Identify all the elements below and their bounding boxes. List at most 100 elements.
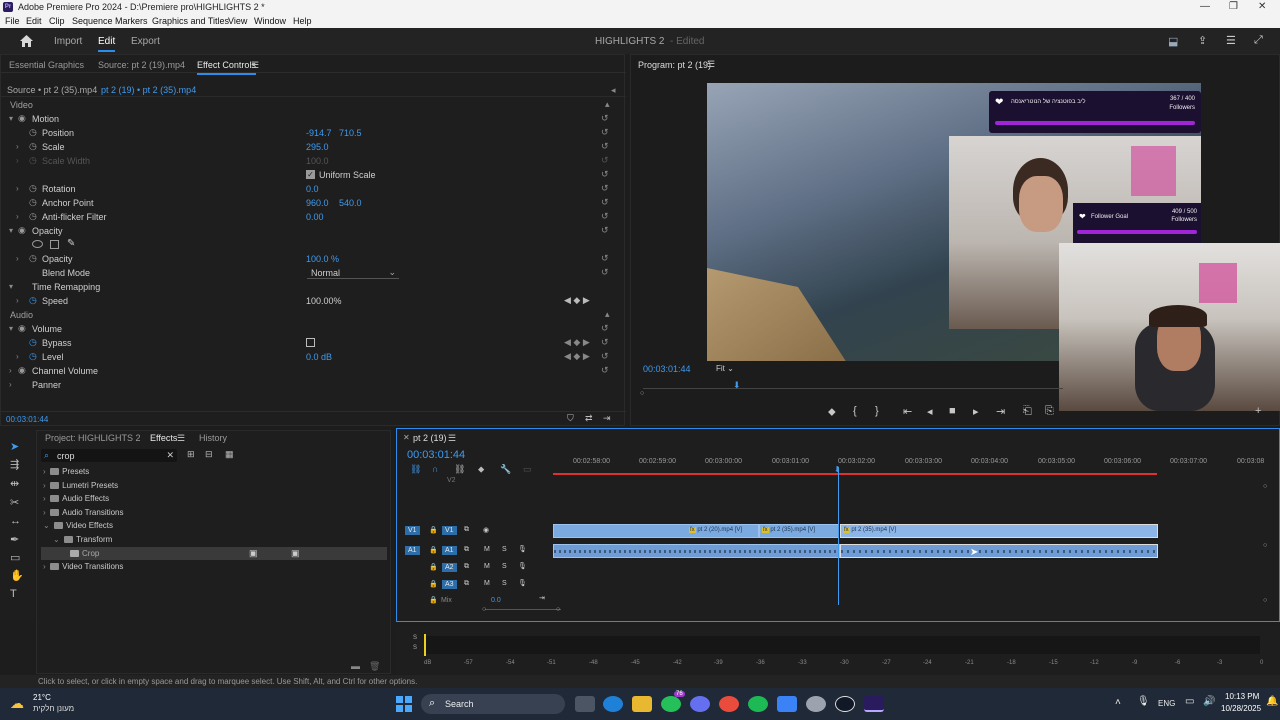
hand-tool-icon[interactable]: ✋: [10, 569, 24, 582]
tab-edit[interactable]: Edit: [98, 36, 116, 52]
notepad-icon[interactable]: [777, 696, 797, 712]
clock-time[interactable]: 10:13 PM: [1225, 692, 1259, 701]
ripple-edit-icon[interactable]: ⇹: [10, 477, 19, 490]
stop-icon[interactable]: ■: [949, 405, 956, 417]
clip-sequence-label[interactable]: pt 2 (19) • pt 2 (35).mp4: [101, 85, 196, 95]
blend-mode-select[interactable]: Normal ⌄: [307, 266, 399, 279]
track-a3-label[interactable]: A3: [442, 580, 457, 589]
chevron-down-icon[interactable]: ▾: [9, 282, 13, 291]
lock-icon[interactable]: 🔒: [429, 546, 438, 554]
wrench-icon[interactable]: 🔧: [500, 464, 511, 475]
taskbar-search[interactable]: ⌕ Search: [421, 694, 565, 714]
tab-project[interactable]: Project: HIGHLIGHTS 2: [45, 433, 141, 443]
opacity-value[interactable]: 100.0 %: [306, 254, 339, 264]
tree-crop-row[interactable]: Crop ▣ ▣: [41, 547, 387, 560]
keyframe-nav-icon[interactable]: ◀ ◆ ▶: [564, 337, 590, 348]
tab-export[interactable]: Export: [131, 36, 160, 47]
audio-clip-selected[interactable]: [840, 544, 1158, 558]
edge-icon[interactable]: [603, 696, 623, 712]
menu-lines-icon[interactable]: ☰: [1226, 34, 1236, 47]
go-to-out-icon[interactable]: ⇥: [996, 405, 1005, 418]
lock-icon[interactable]: 🔒: [429, 596, 438, 604]
reset-opacity-icon[interactable]: ↺: [601, 253, 609, 264]
add-button-icon[interactable]: +: [1255, 405, 1261, 417]
anti-flicker-value[interactable]: 0.00: [306, 212, 324, 222]
tree-audio-transitions[interactable]: › Audio Transitions: [43, 508, 124, 517]
mic-icon[interactable]: 🎙: [518, 545, 527, 553]
chevron-right-icon[interactable]: ›: [16, 142, 19, 151]
program-scrubber[interactable]: [643, 388, 1063, 389]
effect-controls-timecode[interactable]: 00:03:01:44: [6, 415, 48, 424]
pen-tool-icon[interactable]: ✒: [10, 533, 19, 546]
marker-icon[interactable]: ⬥: [828, 406, 836, 419]
scroll-up-icon[interactable]: ▴: [605, 99, 610, 110]
sync-lock-icon[interactable]: ⧉: [464, 580, 469, 588]
effects-search-input[interactable]: ⌕ crop ✕: [41, 449, 177, 462]
snap-icon[interactable]: ⛓: [410, 464, 421, 475]
chevron-right-icon[interactable]: ›: [16, 184, 19, 193]
close-icon[interactable]: ✕: [1258, 1, 1266, 12]
lock-icon[interactable]: 🔒: [429, 580, 438, 588]
network-icon[interactable]: ▭: [1185, 696, 1194, 707]
panel-menu-icon[interactable]: ☰: [177, 433, 185, 444]
scroll-handle-icon[interactable]: ○: [1263, 542, 1267, 549]
stopwatch-icon[interactable]: ◷: [29, 211, 37, 222]
work-area-bar[interactable]: [553, 473, 1157, 475]
lock-icon[interactable]: 🔒: [429, 526, 438, 534]
reset-opacity-section-icon[interactable]: ↺: [601, 225, 609, 236]
eye-icon[interactable]: ◉: [18, 113, 26, 124]
spotify-icon[interactable]: [748, 696, 768, 712]
tree-video-effects[interactable]: ⌄ Video Effects: [43, 521, 113, 530]
stopwatch-icon[interactable]: ◷: [29, 337, 37, 348]
chevron-right-icon[interactable]: ›: [9, 380, 12, 389]
tab-source[interactable]: Source: pt 2 (19).mp4: [98, 60, 185, 70]
track-v1-label[interactable]: V1: [442, 526, 457, 535]
chevron-right-icon[interactable]: ›: [16, 296, 19, 305]
preset-icon[interactable]: ⊟: [205, 449, 213, 460]
discord-icon[interactable]: [690, 696, 710, 712]
minimize-icon[interactable]: —: [1200, 1, 1210, 12]
tree-presets[interactable]: › Presets: [43, 467, 89, 476]
mark-in-icon[interactable]: {: [853, 405, 857, 417]
menu-view[interactable]: View: [228, 16, 247, 26]
bypass-checkbox[interactable]: [306, 338, 315, 347]
new-bin-icon[interactable]: ⊞: [187, 449, 195, 460]
tab-essential-graphics[interactable]: Essential Graphics: [9, 60, 84, 70]
mic-icon[interactable]: 🎙: [518, 579, 527, 587]
windows-start-icon[interactable]: [396, 696, 412, 712]
eye-icon[interactable]: ◉: [18, 365, 26, 376]
clip-source-label[interactable]: Source • pt 2 (35).mp4: [7, 85, 97, 95]
timeline-playhead[interactable]: [838, 467, 839, 605]
rectangle-tool-icon[interactable]: ▭: [10, 551, 20, 564]
tab-effect-controls[interactable]: Effect Controls: [197, 60, 256, 75]
anchor-x-value[interactable]: 960.0: [306, 198, 329, 208]
play-icon[interactable]: ▸: [973, 405, 979, 418]
solo-button[interactable]: S: [502, 580, 507, 587]
rotation-value[interactable]: 0.0: [306, 184, 319, 194]
razor-tool-icon[interactable]: ✂: [10, 496, 19, 509]
reset-position-icon[interactable]: ↺: [601, 127, 609, 138]
lock-icon[interactable]: 🔒: [429, 563, 438, 571]
chevron-down-icon[interactable]: ▾: [9, 226, 13, 235]
playhead-handle-icon[interactable]: ⬇: [834, 465, 841, 474]
mix-value[interactable]: 0.0: [491, 597, 501, 604]
menu-edit[interactable]: Edit: [26, 16, 42, 26]
eye-icon[interactable]: ◉: [18, 323, 26, 334]
level-value[interactable]: 0.0 dB: [306, 352, 332, 362]
position-y-value[interactable]: 710.5: [339, 128, 362, 138]
sequence-tab[interactable]: pt 2 (19): [413, 433, 447, 443]
zoom-handle-right[interactable]: ○: [556, 606, 560, 613]
tree-transform[interactable]: ⌄ Transform: [53, 535, 112, 544]
meter-solo-label[interactable]: S: [413, 635, 417, 641]
stopwatch-icon[interactable]: ◷: [29, 183, 37, 194]
stopwatch-icon[interactable]: ◷: [29, 127, 37, 138]
filter-icon[interactable]: ⛉: [567, 413, 574, 424]
eye-icon[interactable]: ◉: [483, 526, 489, 534]
track-a2-label[interactable]: A2: [442, 563, 457, 572]
reset-blend-icon[interactable]: ↺: [601, 267, 609, 278]
selection-tool-icon[interactable]: ➤: [10, 440, 19, 453]
reset-volume-icon[interactable]: ↺: [601, 323, 609, 334]
step-back-icon[interactable]: ◂: [927, 405, 933, 418]
video-clip[interactable]: fx pt 2 (35).mp4 [V]: [759, 524, 839, 538]
language-indicator[interactable]: ENG: [1158, 699, 1175, 708]
